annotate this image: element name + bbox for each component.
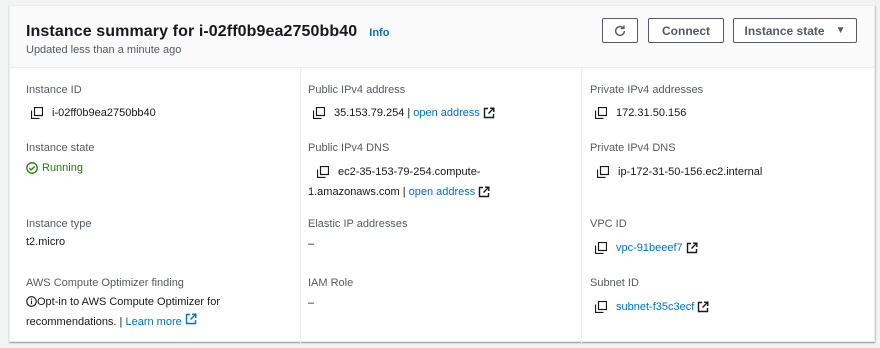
copy-icon[interactable] bbox=[30, 106, 44, 120]
public-ipv4-value: 35.153.79.254 | open address bbox=[312, 106, 495, 120]
iam-role-label: IAM Role bbox=[308, 277, 354, 289]
private-ipv4-value: 172.31.50.156 bbox=[594, 106, 686, 120]
private-dns-text: ip-172-31-50-156.ec2.internal bbox=[618, 166, 763, 178]
last-updated-text: Updated less than a minute ago bbox=[26, 44, 182, 56]
instance-id-label: Instance ID bbox=[26, 84, 82, 96]
title-row: Instance summary for i-02ff0b9ea2750bb40… bbox=[26, 23, 389, 41]
instance-state-dropdown[interactable]: Instance state ▼ bbox=[733, 18, 857, 43]
connect-button-label: Connect bbox=[662, 23, 710, 38]
refresh-button[interactable] bbox=[602, 18, 638, 43]
elastic-ip-value: – bbox=[308, 238, 315, 250]
instance-id-text: i-02ff0b9ea2750bb40 bbox=[52, 107, 156, 119]
public-dns-line2: 1.amazonaws.com | open address bbox=[308, 186, 490, 198]
public-ipv4-label: Public IPv4 address bbox=[308, 84, 406, 96]
column-divider bbox=[300, 68, 301, 343]
public-ipv4-text: 35.153.79.254 | bbox=[334, 107, 411, 119]
caret-down-icon: ▼ bbox=[835, 25, 846, 36]
open-address-link[interactable]: open address bbox=[413, 107, 480, 119]
optimizer-label: AWS Compute Optimizer finding bbox=[26, 277, 184, 289]
instance-type-value: t2.micro bbox=[26, 236, 66, 248]
subnet-id-link[interactable]: subnet-f35c3ecf bbox=[616, 301, 694, 313]
status-check-icon bbox=[26, 162, 38, 174]
instance-state-value: Running bbox=[26, 162, 83, 174]
private-ipv4-text: 172.31.50.156 bbox=[616, 107, 687, 119]
optimizer-value: Opt-in to AWS Compute Optimizer for reco… bbox=[26, 294, 286, 331]
instance-summary-panel: Instance summary for i-02ff0b9ea2750bb40… bbox=[9, 5, 875, 343]
external-link-icon[interactable] bbox=[478, 186, 490, 198]
subnet-id-label: Subnet ID bbox=[590, 277, 639, 289]
instance-state-dropdown-label: Instance state bbox=[744, 23, 825, 38]
external-link-icon[interactable] bbox=[185, 313, 197, 325]
iam-role-value: – bbox=[308, 297, 315, 309]
open-address-link[interactable]: open address bbox=[409, 186, 476, 198]
external-link-icon[interactable] bbox=[697, 301, 709, 313]
elastic-ip-label: Elastic IP addresses bbox=[308, 218, 408, 230]
instance-type-label: Instance type bbox=[26, 218, 92, 230]
private-dns-value: ip-172-31-50-156.ec2.internal bbox=[596, 165, 762, 179]
column-divider bbox=[581, 68, 582, 343]
public-dns-text-line1: ec2-35-153-79-254.compute- bbox=[338, 166, 481, 178]
instance-id-value: i-02ff0b9ea2750bb40 bbox=[30, 106, 156, 120]
vpc-id-value: vpc-91beeef7 bbox=[594, 241, 698, 255]
refresh-icon bbox=[614, 24, 626, 36]
external-link-icon[interactable] bbox=[686, 242, 698, 254]
public-dns-label: Public IPv4 DNS bbox=[308, 142, 390, 154]
copy-icon[interactable] bbox=[594, 241, 608, 255]
copy-icon[interactable] bbox=[596, 165, 610, 179]
copy-icon[interactable] bbox=[316, 165, 330, 179]
vpc-id-label: VPC ID bbox=[590, 218, 627, 230]
optimizer-text-line2: recommendations. | bbox=[26, 316, 123, 328]
learn-more-link[interactable]: Learn more bbox=[125, 316, 181, 328]
copy-icon[interactable] bbox=[312, 106, 326, 120]
instance-state-text: Running bbox=[42, 162, 83, 174]
instance-state-label: Instance state bbox=[26, 142, 95, 154]
page-title: Instance summary for i-02ff0b9ea2750bb40 bbox=[26, 23, 358, 40]
private-ipv4-label: Private IPv4 addresses bbox=[590, 84, 704, 96]
copy-icon[interactable] bbox=[594, 300, 608, 314]
private-dns-label: Private IPv4 DNS bbox=[590, 142, 676, 154]
copy-icon[interactable] bbox=[594, 106, 608, 120]
public-dns-line1: ec2-35-153-79-254.compute- bbox=[316, 165, 480, 179]
subnet-id-value: subnet-f35c3ecf bbox=[594, 300, 709, 314]
info-link[interactable]: Info bbox=[369, 27, 389, 39]
panel-header: Instance summary for i-02ff0b9ea2750bb40… bbox=[10, 6, 874, 68]
info-circle-icon bbox=[26, 296, 37, 313]
external-link-icon[interactable] bbox=[483, 107, 495, 119]
public-dns-text-line2: 1.amazonaws.com | bbox=[308, 186, 406, 198]
connect-button[interactable]: Connect bbox=[648, 18, 724, 43]
optimizer-text-line1: Opt-in to AWS Compute Optimizer for bbox=[37, 296, 220, 308]
vpc-id-link[interactable]: vpc-91beeef7 bbox=[616, 242, 683, 254]
